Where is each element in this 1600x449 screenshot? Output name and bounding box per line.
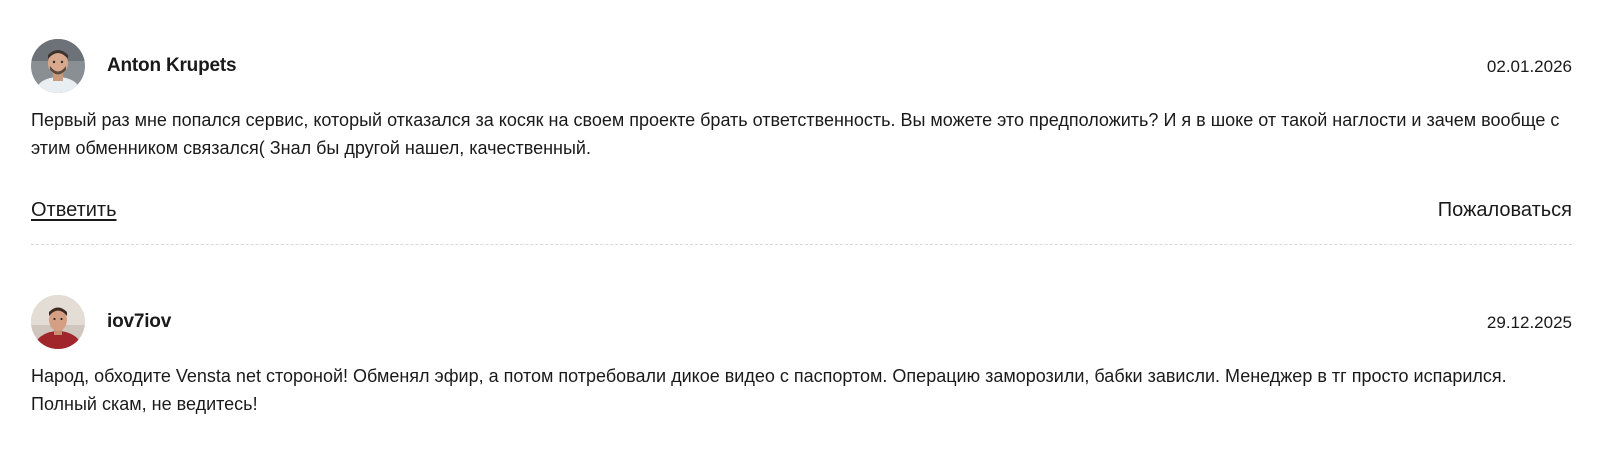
review-actions: Ответить Пожаловаться bbox=[31, 199, 1572, 229]
review-divider bbox=[31, 244, 1572, 245]
avatar bbox=[31, 39, 85, 93]
review-date: 29.12.2025 bbox=[1486, 313, 1572, 332]
review-item: Anton Krupets 02.01.2026 Первый раз мне … bbox=[31, 39, 1572, 245]
review-author: Anton Krupets bbox=[107, 55, 237, 76]
review-text: Народ, обходите Vensta net стороной! Обм… bbox=[31, 366, 1507, 414]
review-text: Первый раз мне попался сервис, который о… bbox=[31, 110, 1560, 158]
reply-link[interactable]: Ответить bbox=[31, 199, 117, 222]
review-header: iov7iov 29.12.2025 bbox=[31, 295, 1572, 350]
review-item: iov7iov 29.12.2025 Народ, обходите Venst… bbox=[31, 295, 1572, 414]
review-date: 02.01.2026 bbox=[1486, 57, 1572, 76]
avatar bbox=[31, 295, 85, 349]
review-header: Anton Krupets 02.01.2026 bbox=[31, 39, 1572, 94]
avatar-photo-icon bbox=[31, 39, 85, 93]
review-author: iov7iov bbox=[107, 311, 172, 332]
reviews-list: Anton Krupets 02.01.2026 Первый раз мне … bbox=[0, 0, 1600, 449]
report-link[interactable]: Пожаловаться bbox=[1438, 199, 1572, 222]
avatar-photo-icon bbox=[31, 295, 85, 349]
